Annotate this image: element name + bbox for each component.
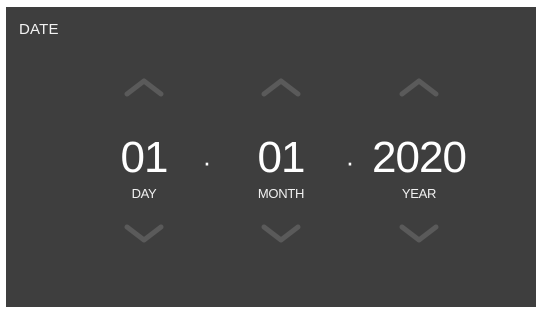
day-month-separator: · [202,147,212,177]
year-decrement-button[interactable] [396,221,442,247]
year-value[interactable]: 2020 [359,136,479,180]
month-increment-button[interactable] [258,74,304,100]
chevron-up-icon [399,78,439,97]
chevron-down-icon [261,224,301,243]
date-picker-panel: DATE 01 DAY · 01 MONTH · 2020 YEAR [6,7,536,307]
year-column: 2020 YEAR [359,7,479,307]
year-label: YEAR [401,186,437,201]
chevron-down-icon [399,224,439,243]
year-increment-button[interactable] [396,74,442,100]
day-column: 01 DAY [84,7,204,307]
chevron-up-icon [124,78,164,97]
day-increment-button[interactable] [121,74,167,100]
month-label: MONTH [257,186,305,201]
day-value[interactable]: 01 [84,136,204,180]
month-decrement-button[interactable] [258,221,304,247]
day-label: DAY [131,186,157,201]
month-value[interactable]: 01 [221,136,341,180]
chevron-up-icon [261,78,301,97]
month-column: 01 MONTH [221,7,341,307]
month-year-separator: · [345,147,355,177]
panel-title: DATE [19,21,59,38]
chevron-down-icon [124,224,164,243]
day-decrement-button[interactable] [121,221,167,247]
